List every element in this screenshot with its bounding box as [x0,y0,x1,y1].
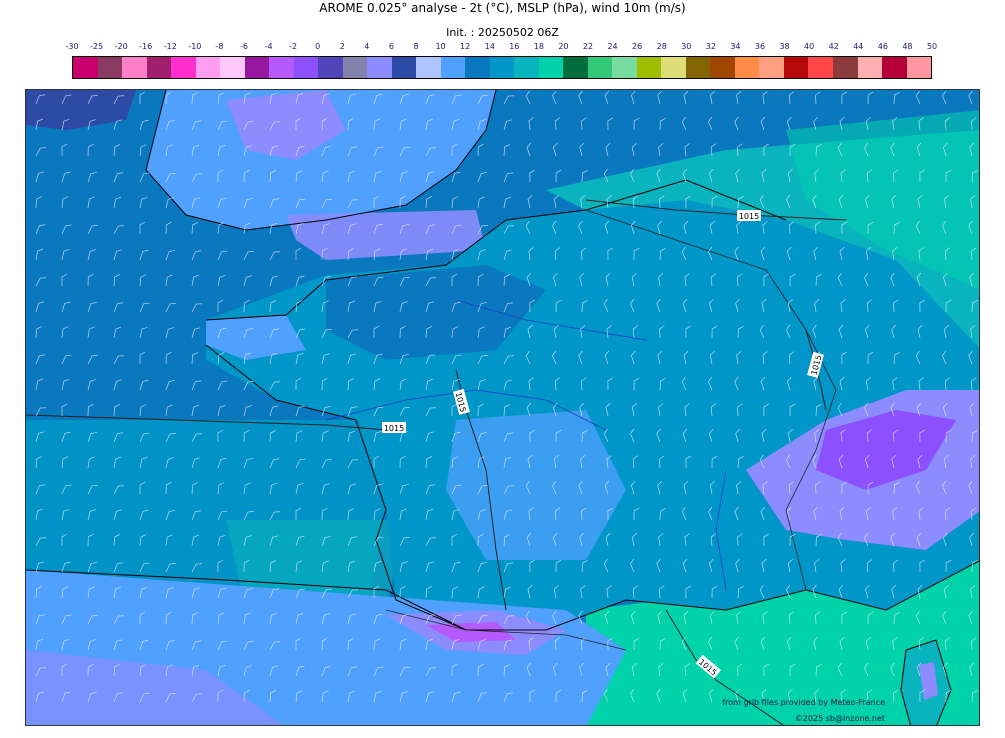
colorbar-tick-label: -4 [264,42,273,51]
colorbar-swatch [416,57,441,78]
colorbar-tick-label: 20 [558,42,569,51]
colorbar-swatch [808,57,833,78]
init-time: Init. : 20250502 06Z [446,26,559,39]
colorbar-swatch [244,57,270,78]
colorbar-tick-label: 18 [533,42,544,51]
colorbar-swatch [391,57,417,78]
colorbar-swatch [759,57,784,78]
colorbar-swatch [514,57,539,78]
colorbar-tick-label: 10 [435,42,446,51]
colorbar-tick-label: 6 [388,42,394,51]
colorbar-tick-label: 34 [730,42,741,51]
colorbar-tick-label: -20 [114,42,128,51]
colorbar-tick-label: 12 [460,42,471,51]
colorbar-tick-label: 4 [364,42,370,51]
colorbar-tick-label: 32 [705,42,716,51]
colorbar-tick-label: 24 [607,42,618,51]
isobar-label-text: 1015 [739,212,759,221]
colorbar-tick-label: 30 [681,42,692,51]
colorbar-swatch [636,57,662,78]
colorbar-swatch [783,57,809,78]
chart-title: AROME 0.025° analyse - 2t (°C), MSLP (hP… [319,1,686,15]
colorbar-swatch [906,57,932,78]
colorbar-swatch [220,57,245,78]
colorbar-tick-label: 8 [413,42,419,51]
colorbar-tick-label: -2 [289,42,298,51]
isobar-label-text: 1015 [384,424,404,433]
colorbar-tick-label: 38 [779,42,790,51]
colorbar-tick-label: 46 [877,42,888,51]
colorbar-tick-label: 44 [853,42,864,51]
colorbar-tick-label: 16 [509,42,520,51]
colorbar-swatch [538,57,564,78]
isobar-label: 1015 [737,210,761,221]
colorbar-swatch [734,57,760,78]
colorbar-swatch [318,57,343,78]
colorbar-swatch [293,57,319,78]
colorbar-swatch [832,57,858,78]
colorbar-tick-labels: -30 -25 -20 -16 -12 -10 -8 -6 -4 -2 0 2 4 6 8 10 12 14 16 1… [65,42,937,54]
colorbar-swatch [195,57,221,78]
colorbar-swatch [342,57,368,78]
colorbar-swatch [857,57,883,78]
colorbar-swatch [710,57,735,78]
colorbar-tick-label: -25 [90,42,104,51]
colorbar-swatch [882,57,907,78]
colorbar-tick-label: 26 [632,42,643,51]
colorbar-tick-label: 36 [754,42,766,51]
colorbar-swatch [661,57,686,78]
colorbar-swatch [685,57,711,78]
colorbar-swatch [367,57,392,78]
colorbar-tick-label: 14 [484,42,495,51]
colorbar-tick-label: -6 [240,42,248,51]
colorbar-tick-label: 48 [902,42,913,51]
colorbar-tick-label: -16 [139,42,153,51]
colorbar-tick-label: 42 [828,42,839,51]
colorbar-swatch [612,57,637,78]
colorbar-tick-label: -10 [188,42,202,51]
colorbar-tick-label: 0 [315,42,321,51]
colorbar-swatch [146,57,172,78]
colorbar-swatch [489,57,515,78]
colorbar-tick-label: -8 [215,42,224,51]
isobar-label: 1015 [382,422,406,433]
copyright-credit: ©2025 sb@inzone.net [794,714,885,723]
temperature-colorbar [72,56,932,79]
colorbar-tick-label: 50 [926,42,938,51]
colorbar-swatch [563,57,588,78]
map-canvas: 1015 1015 1015 1015 1015 [26,90,979,725]
colorbar-tick-label: 40 [804,42,815,51]
colorbar-tick-label: 22 [582,42,594,51]
colorbar-swatch [440,57,466,78]
colorbar-swatch [587,57,613,78]
colorbar-tick-label: 28 [656,42,667,51]
colorbar-swatch [73,57,98,78]
colorbar-tick-label: 2 [339,42,345,51]
colorbar-tick-label: -30 [65,42,79,51]
colorbar-swatch [171,57,196,78]
colorbar-swatch [97,57,123,78]
colorbar-swatch [122,57,147,78]
colorbar-tick-label: -12 [163,42,177,51]
colorbar-swatch [465,57,490,78]
weather-map: 1015 1015 1015 1015 1015 [25,89,980,726]
data-source-credit: from grib files provided by Meteo-France [722,698,885,707]
colorbar-swatch [269,57,294,78]
